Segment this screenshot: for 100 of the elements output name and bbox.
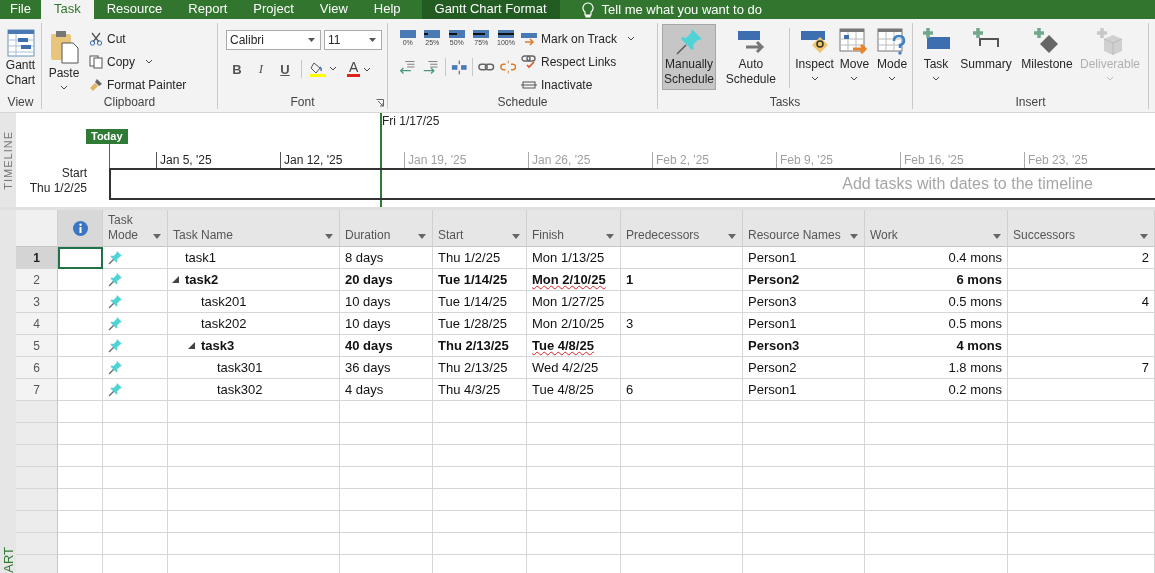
row-number[interactable]: 7 [16,379,58,401]
caret-icon [932,76,940,81]
progress-bar-icon [399,30,416,38]
format-painter-button[interactable]: Format Painter [86,74,190,95]
ribbon-tab[interactable]: Help [360,0,414,19]
group-label: Schedule [497,95,548,109]
task-tool-button[interactable]: Mode [874,24,910,84]
progress-bar-icon [498,30,514,38]
column-header[interactable]: Predecessors [621,210,743,247]
paste-button[interactable]: Paste [44,27,84,93]
dropdown-icon[interactable] [993,234,1001,239]
row-number[interactable]: 1 [16,247,58,269]
ribbon-tab[interactable]: File [0,0,41,19]
task-tool-button[interactable]: Inspect [794,24,835,84]
dropdown-icon[interactable] [850,234,858,239]
table-cell: Mon 1/27/25 [527,291,621,313]
timescale-label: Feb 16, '25 [900,152,1024,168]
table-cell: Tue 4/8/25 [527,335,621,357]
table-cell: Tue 1/14/25 [433,291,527,313]
column-header[interactable]: Duration [340,210,433,247]
mark-on-track-button[interactable]: Mark on Track [518,28,639,49]
expand-icon[interactable] [172,276,179,283]
dialog-launcher-icon[interactable] [376,99,384,107]
dropdown-icon[interactable] [728,234,736,239]
pushpin-icon [108,316,123,331]
row-number[interactable]: 2 [16,269,58,291]
dropdown-icon[interactable] [418,234,426,239]
group-label: Tasks [769,95,801,109]
dropdown-icon[interactable] [153,234,161,239]
table-cell: Thu 1/2/25 [433,247,527,269]
row-number[interactable]: 5 [16,335,58,357]
bold-button[interactable]: B [229,60,245,78]
tell-me-search[interactable]: Tell me what you want to do [601,2,762,17]
cut-button[interactable]: Cut [86,28,190,49]
pushpin-icon [108,250,123,265]
column-header[interactable]: Work [865,210,1008,247]
font-color-button[interactable]: A [346,60,373,78]
select-all-cell[interactable] [16,210,58,247]
ribbon-tab[interactable]: Task [40,0,94,19]
italic-button[interactable]: I [253,60,269,78]
respect-links-button[interactable]: Respect Links [518,51,639,72]
table-cell: 4 mons [865,335,1008,357]
start-label: Start [61,166,87,180]
timeline-panel[interactable]: Today Fri 1/17/25 Jan 5, '25 Jan 12, '25 Jan 19, '25 Jan 26, '25 Feb 2, '25 Feb 9, '25 Feb 16, '25 Feb 23, '25 Start Thu 1/2/25 Add tasks with dates to the timeline [16,113,1155,207]
outdent-icon[interactable] [398,59,417,75]
table-cell: Thu 2/13/25 [433,335,527,357]
indent-icon[interactable] [421,59,440,75]
timescale-label: Jan 12, '25 [280,152,404,168]
dropdown-icon[interactable] [1140,234,1148,239]
table-cell [103,489,168,511]
inactivate-button[interactable]: Inactivate [518,74,639,95]
expand-icon[interactable] [188,342,195,349]
table-cell: 1.8 mons [865,357,1008,379]
row-number[interactable]: 3 [16,291,58,313]
row-number[interactable]: 6 [16,357,58,379]
table-cell: 6 mons [865,269,1008,291]
ribbon-tab[interactable]: Resource [93,0,176,19]
table-cell: Person2 [743,269,865,291]
ribbon-tab[interactable]: Project [240,0,307,19]
split-task-icon[interactable] [450,59,468,75]
table-cell: 20 days [340,269,433,291]
schedule-mode-button[interactable]: Manually Schedule [662,24,716,90]
column-header[interactable]: Start [433,210,527,247]
current-date-label: Fri 1/17/25 [382,114,440,128]
insert-button[interactable]: Summary [957,24,1015,75]
ribbon-tab[interactable]: Report [175,0,241,19]
dropdown-icon[interactable] [325,234,333,239]
gantt-chart-button[interactable]: Gantt Chart [2,25,39,91]
column-header[interactable]: Task Name [168,210,340,247]
group-label: View [7,95,34,109]
unlink-icon[interactable] [499,59,516,75]
column-header[interactable]: Resource Names [743,210,865,247]
task-name: task302 [217,382,263,397]
table-cell: Person3 [743,335,865,357]
clipboard-icon [49,30,79,64]
dropdown-icon[interactable] [606,234,614,239]
timescale-label: Feb 23, '25 [1024,152,1148,168]
font-name-field[interactable]: Calibri [226,30,321,50]
underline-button[interactable]: U [277,60,293,78]
fill-color-icon[interactable] [310,61,338,77]
insert-button[interactable]: Task [917,24,955,84]
table-cell [58,533,103,555]
insert-button[interactable]: Milestone [1017,24,1077,75]
table-cell: 40 days [340,335,433,357]
task-tool-button[interactable]: Move [836,24,873,84]
column-header[interactable]: Task Mode [103,210,168,247]
column-header[interactable] [58,210,103,247]
table-cell: 7 [1008,357,1155,379]
task-name: task2 [185,272,219,287]
copy-button[interactable]: Copy [86,51,190,72]
schedule-mode-button[interactable]: Auto Schedule [718,24,784,90]
font-size-field[interactable]: 11 [324,30,382,50]
table-cell [103,533,168,555]
ribbon-tab[interactable]: View [306,0,361,19]
column-header[interactable]: Finish [527,210,621,247]
table-cell: 0.2 mons [865,379,1008,401]
row-number[interactable]: 4 [16,313,58,335]
column-header[interactable]: Successors [1008,210,1155,247]
ribbon-tab[interactable]: Gantt Chart Format [421,0,560,19]
dropdown-icon[interactable] [512,234,520,239]
